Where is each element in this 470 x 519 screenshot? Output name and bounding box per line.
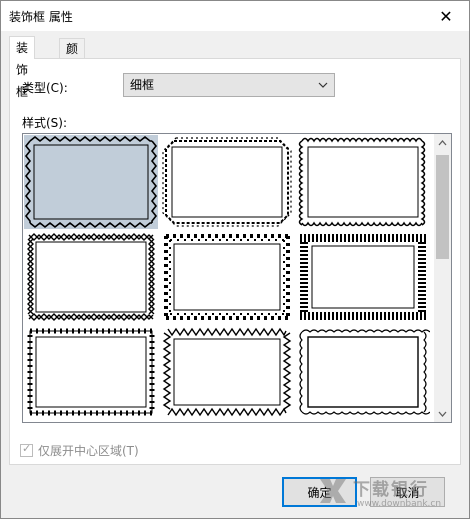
style-list[interactable]	[22, 133, 452, 423]
style-item-double-zigzag[interactable]	[24, 230, 158, 324]
style-item-diamond-dots[interactable]	[160, 230, 294, 324]
style-item-wavy-thin[interactable]	[296, 325, 430, 419]
type-dropdown-value: 细框	[130, 78, 155, 92]
tab-color[interactable]: 颜色	[59, 38, 86, 76]
style-item-x-marks[interactable]	[24, 325, 158, 419]
style-item-wavy[interactable]	[296, 135, 430, 229]
expand-center-option: ✓ 仅展开中心区域(T)	[20, 442, 139, 459]
expand-center-label: 仅展开中心区域(T)	[38, 444, 139, 458]
close-icon[interactable]: ✕	[423, 1, 469, 31]
expand-center-checkbox[interactable]: ✓	[20, 442, 33, 457]
chevron-down-icon	[318, 74, 328, 104]
dialog-window: 装饰框 属性 ✕ 装饰框 颜色 类型(C): 细框 样式(S):	[0, 0, 470, 519]
type-label: 类型(C):	[22, 81, 68, 95]
tab-panel-decorative-frame: 类型(C): 细框 样式(S):	[9, 58, 461, 465]
scroll-down-arrow-icon[interactable]	[434, 405, 451, 422]
scroll-up-arrow-icon[interactable]	[434, 134, 451, 151]
tab-decorative-frame[interactable]: 装饰框	[9, 36, 36, 99]
type-dropdown[interactable]: 细框	[123, 73, 335, 97]
cancel-button[interactable]: 取消	[370, 477, 445, 507]
check-icon: ✓	[22, 442, 32, 455]
style-item-zigzag[interactable]	[24, 135, 158, 229]
style-item-vertical-hatch[interactable]	[296, 230, 430, 324]
scroll-thumb[interactable]	[436, 155, 449, 259]
style-item-cut-corner-zigzag[interactable]	[160, 135, 294, 229]
style-list-scrollbar[interactable]	[434, 134, 451, 422]
ok-button[interactable]: 确定	[282, 477, 357, 507]
style-label: 样式(S):	[22, 116, 68, 130]
style-item-double-zigzag-inner[interactable]	[160, 325, 294, 419]
title-bar[interactable]: 装饰框 属性 ✕	[1, 1, 469, 31]
window-title: 装饰框 属性	[9, 10, 73, 24]
